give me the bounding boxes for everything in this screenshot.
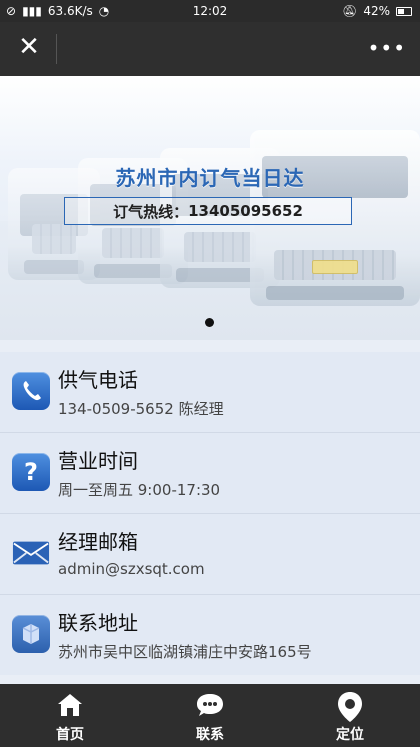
tab-contact[interactable]: 联系 xyxy=(140,684,280,747)
list-item-detail[interactable]: admin@szxsqt.com xyxy=(58,560,205,578)
carousel-indicator-dot[interactable] xyxy=(205,318,214,327)
status-right: 🔕︎ 42% xyxy=(342,4,412,18)
location-pin-icon xyxy=(335,690,365,728)
list-item-email[interactable]: 经理邮箱 admin@szxsqt.com xyxy=(0,513,420,594)
question-icon: ? xyxy=(12,453,50,491)
hero-banner[interactable]: 苏州市内订气当日达 订气热线： 13405095652 xyxy=(0,76,420,340)
hotline-label: 订气热线： xyxy=(113,202,189,221)
battery-percent: 42% xyxy=(363,4,390,18)
status-bar: ⊘ ▮▮▮ 63.6K/s ◔ 12:02 🔕︎ 42% xyxy=(0,0,420,22)
banner-title: 苏州市内订气当日达 xyxy=(115,166,305,190)
list-item-title: 联系地址 xyxy=(58,611,138,635)
truck-grill xyxy=(102,228,164,258)
truck-grill xyxy=(184,232,256,262)
svg-text:?: ? xyxy=(24,458,38,486)
home-icon xyxy=(55,690,85,724)
nav-divider xyxy=(56,34,57,64)
list-item-hours[interactable]: ? 营业时间 周一至周五 9:00-17:30 xyxy=(0,432,420,513)
more-options-icon[interactable]: ••• xyxy=(368,36,406,60)
list-item-detail: 周一至周五 9:00-17:30 xyxy=(58,481,221,499)
location-icon xyxy=(12,615,50,653)
list-item-address[interactable]: 联系地址 苏州市吴中区临湖镇浦庄中安路165号 xyxy=(0,594,420,675)
truck-plate xyxy=(312,260,358,274)
truck-bumper xyxy=(266,286,404,300)
tab-label: 定位 xyxy=(336,727,364,743)
close-icon[interactable]: ✕ xyxy=(14,32,44,62)
hotline-number[interactable]: 13405095652 xyxy=(188,202,303,220)
battery-icon xyxy=(396,6,412,16)
hotline-box[interactable]: 订气热线： 13405095652 xyxy=(64,197,352,225)
list-item-detail: 苏州市吴中区临湖镇浦庄中安路165号 xyxy=(58,643,312,661)
truck-bumper xyxy=(24,260,84,274)
mail-icon xyxy=(12,534,50,572)
list-item-title: 供气电话 xyxy=(58,368,138,392)
bottom-tab-bar: 首页 联系 定位 xyxy=(0,684,420,747)
contact-list: 供气电话 134-0509-5652 陈经理 ? 营业时间 周一至周五 9:00… xyxy=(0,352,420,675)
list-item-title: 经理邮箱 xyxy=(58,530,138,554)
top-nav-bar: ✕ ••• xyxy=(0,22,420,76)
list-item-phone[interactable]: 供气电话 134-0509-5652 陈经理 xyxy=(0,352,420,432)
tab-location[interactable]: 定位 xyxy=(280,684,420,747)
mute-icon: 🔕︎ xyxy=(342,4,358,18)
chat-icon xyxy=(194,690,226,724)
tab-home[interactable]: 首页 xyxy=(0,684,140,747)
list-item-title: 营业时间 xyxy=(58,449,138,473)
phone-icon xyxy=(12,372,50,410)
tab-label: 联系 xyxy=(196,727,224,743)
truck-grill xyxy=(32,224,76,254)
tab-label: 首页 xyxy=(56,727,84,743)
list-item-detail[interactable]: 134-0509-5652 陈经理 xyxy=(58,398,224,419)
